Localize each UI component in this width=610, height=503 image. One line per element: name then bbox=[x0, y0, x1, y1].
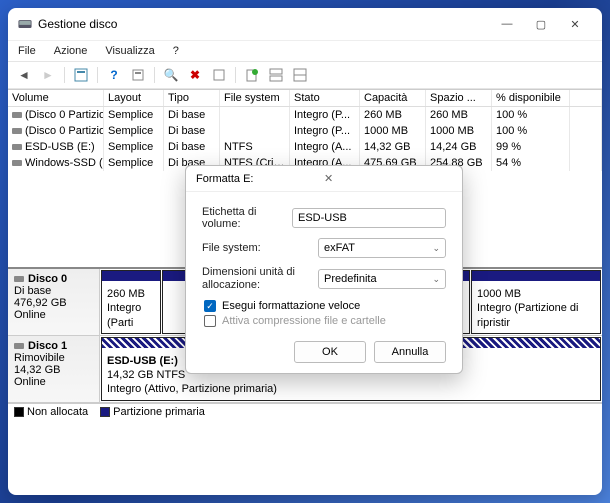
back-button[interactable]: ◄ bbox=[14, 65, 34, 85]
dialog-titlebar: Formatta E: ✕ bbox=[186, 166, 462, 192]
dialog-title: Formatta E: bbox=[196, 173, 324, 185]
titlebar: Gestione disco — ▢ ✕ bbox=[8, 8, 602, 41]
properties-icon[interactable] bbox=[128, 65, 148, 85]
disk-icon bbox=[14, 343, 24, 349]
new-icon[interactable] bbox=[242, 65, 262, 85]
volume-icon bbox=[12, 144, 22, 150]
menu-view[interactable]: Visualizza bbox=[103, 43, 156, 59]
col-type[interactable]: Tipo bbox=[164, 90, 220, 106]
chevron-down-icon: ⌄ bbox=[432, 243, 440, 254]
forward-button[interactable]: ► bbox=[38, 65, 58, 85]
close-button[interactable]: ✕ bbox=[558, 14, 592, 34]
volume-row[interactable]: (Disco 0 Partizion...SempliceDi baseInte… bbox=[8, 107, 602, 123]
allocation-label: Dimensioni unità di allocazione: bbox=[202, 266, 312, 292]
check-icon bbox=[204, 315, 216, 327]
check-icon: ✓ bbox=[204, 300, 216, 312]
layout2-icon[interactable] bbox=[290, 65, 310, 85]
menu-file[interactable]: File bbox=[16, 43, 38, 59]
legend-unallocated: Non allocata bbox=[27, 406, 88, 418]
dialog-close-icon[interactable]: ✕ bbox=[324, 172, 452, 185]
search-icon[interactable]: 🔍 bbox=[161, 65, 181, 85]
volume-label-label: Etichetta di volume: bbox=[202, 206, 286, 230]
menubar: File Azione Visualizza ? bbox=[8, 41, 602, 62]
volume-label-input[interactable] bbox=[292, 208, 446, 228]
primary-swatch bbox=[100, 407, 110, 417]
quick-format-checkbox[interactable]: ✓ Esegui formattazione veloce bbox=[204, 300, 446, 312]
allocation-select[interactable]: Predefinita⌄ bbox=[318, 269, 446, 289]
legend: Non allocata Partizione primaria bbox=[8, 403, 602, 420]
cancel-button[interactable]: Annulla bbox=[374, 341, 446, 363]
unallocated-swatch bbox=[14, 407, 24, 417]
disk-icon bbox=[14, 276, 24, 282]
column-headers: Volume Layout Tipo File system Stato Cap… bbox=[8, 90, 602, 107]
col-pct[interactable]: % disponibile bbox=[492, 90, 570, 106]
window-title: Gestione disco bbox=[38, 17, 490, 31]
partition[interactable]: 1000 MBIntegro (Partizione di ripristir bbox=[471, 270, 601, 334]
minimize-button[interactable]: — bbox=[490, 14, 524, 34]
disk-info[interactable]: Disco 0Di base476,92 GBOnline bbox=[8, 269, 100, 335]
menu-help[interactable]: ? bbox=[171, 43, 181, 59]
col-free[interactable]: Spazio ... bbox=[426, 90, 492, 106]
delete-icon[interactable]: ✖ bbox=[185, 65, 205, 85]
volume-icon bbox=[12, 128, 22, 134]
action-icon[interactable] bbox=[209, 65, 229, 85]
volume-list: Volume Layout Tipo File system Stato Cap… bbox=[8, 89, 602, 171]
disk-info[interactable]: Disco 1Rimovibile14,32 GBOnline bbox=[8, 336, 100, 402]
col-fs[interactable]: File system bbox=[220, 90, 290, 106]
menu-action[interactable]: Azione bbox=[52, 43, 90, 59]
maximize-button[interactable]: ▢ bbox=[524, 14, 558, 34]
help-icon[interactable]: ? bbox=[104, 65, 124, 85]
col-status[interactable]: Stato bbox=[290, 90, 360, 106]
ok-button[interactable]: OK bbox=[294, 341, 366, 363]
format-dialog: Formatta E: ✕ Etichetta di volume: File … bbox=[185, 165, 463, 374]
view-icon[interactable] bbox=[71, 65, 91, 85]
col-layout[interactable]: Layout bbox=[104, 90, 164, 106]
toolbar: ◄ ► ? 🔍 ✖ bbox=[8, 62, 602, 89]
chevron-down-icon: ⌄ bbox=[432, 274, 440, 285]
col-capacity[interactable]: Capacità bbox=[360, 90, 426, 106]
filesystem-label: File system: bbox=[202, 242, 312, 254]
volume-row[interactable]: ESD-USB (E:)SempliceDi baseNTFSIntegro (… bbox=[8, 139, 602, 155]
col-volume[interactable]: Volume bbox=[8, 90, 104, 106]
app-icon bbox=[18, 17, 32, 31]
compress-checkbox: Attiva compressione file e cartelle bbox=[204, 315, 446, 327]
volume-icon bbox=[12, 160, 22, 166]
volume-row[interactable]: (Disco 0 Partizion...SempliceDi baseInte… bbox=[8, 123, 602, 139]
filesystem-select[interactable]: exFAT⌄ bbox=[318, 238, 446, 258]
partition[interactable]: 260 MBIntegro (Parti bbox=[101, 270, 161, 334]
legend-primary: Partizione primaria bbox=[113, 406, 205, 418]
layout1-icon[interactable] bbox=[266, 65, 286, 85]
volume-icon bbox=[12, 112, 22, 118]
